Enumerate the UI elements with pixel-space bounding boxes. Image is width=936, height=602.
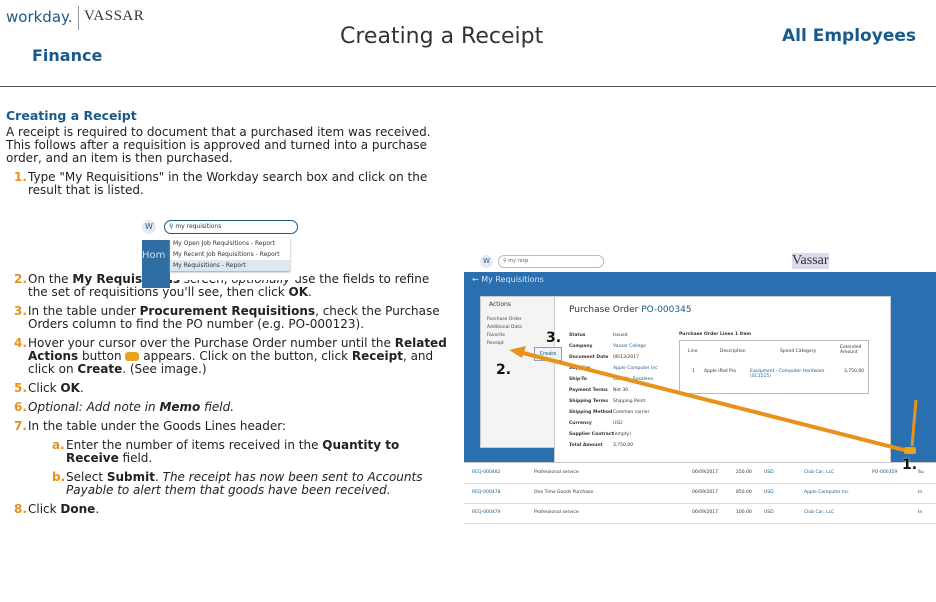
step-number: 7. — [14, 419, 27, 433]
step-number: 5. — [14, 381, 27, 395]
workday-home-icon: W — [142, 220, 156, 234]
search-result[interactable]: My Open Job Requisitions - Report — [170, 238, 290, 249]
step-bold: Receipt — [351, 349, 403, 363]
step-number: 4. — [14, 336, 27, 350]
step-text: On the — [28, 272, 73, 286]
search-result[interactable]: My Requisitions - Report — [170, 260, 290, 271]
step-text: appears. Click on the button, click — [139, 349, 352, 363]
search-input[interactable]: ⚲ my requisitions — [164, 220, 298, 234]
workday-logo: workday. — [6, 8, 73, 26]
step-text: . — [154, 470, 163, 484]
home-tile: Hom — [142, 240, 170, 288]
related-actions-icon — [125, 352, 140, 361]
page-header: workday. VASSAR Finance Creating a Recei… — [0, 0, 936, 86]
step-number: 8. — [14, 502, 27, 516]
step-bold: Done — [60, 502, 96, 516]
step-text: . — [308, 285, 312, 299]
intro-paragraph: A receipt is required to document that a… — [6, 125, 431, 165]
document-title: Creating a Receipt — [340, 24, 544, 49]
step-text: Click — [28, 502, 61, 516]
arrow-head — [509, 346, 526, 358]
step-4: 4. Hover your cursor over the Purchase O… — [6, 337, 451, 376]
vassar-logo: VASSAR — [84, 8, 145, 24]
substep-number: a. — [52, 438, 65, 452]
step-8: 8. Click Done. — [6, 503, 451, 516]
search-result[interactable]: My Recent Job Requisitions - Report — [170, 249, 290, 260]
annotation-label-3: 3. — [546, 330, 562, 346]
annotation-label-1: 1. — [902, 457, 918, 473]
substep-number: b. — [52, 470, 66, 484]
audience-label: All Employees — [782, 26, 916, 46]
step-1: 1. Type "My Requisitions" in the Workday… — [6, 171, 451, 197]
step-text: field. — [118, 451, 153, 465]
substep-a: a. Enter the number of items received in… — [6, 439, 451, 465]
step-text: Click — [28, 381, 61, 395]
step-6: 6. Optional: Add note in Memo field. — [6, 401, 451, 414]
step-italic: Optional: Add note in — [28, 400, 160, 414]
arrow-line — [910, 399, 918, 447]
step-bold: OK — [288, 285, 309, 299]
step-number: 3. — [14, 304, 27, 318]
step-text: Type "My Requisitions" in the Workday se… — [28, 170, 428, 197]
step-text: In the table under — [28, 304, 140, 318]
step-bold: Memo — [159, 400, 201, 414]
step-bold: OK — [60, 381, 80, 395]
workday-screenshot: W ⚲ my reqs Vassar ← My Requisitions Act… — [464, 250, 936, 527]
step-text: . — [79, 381, 84, 395]
step-bold: Procurement Requisitions — [139, 304, 316, 318]
search-example-image: W ⚲ my requisitions Hom My Open Job Requ… — [142, 218, 298, 288]
step-italic: field. — [200, 400, 235, 414]
step-text: . (See image.) — [122, 362, 207, 376]
step-number: 2. — [14, 272, 27, 286]
section-title: Creating a Receipt — [6, 108, 137, 123]
department-label: Finance — [32, 46, 103, 65]
step-text: . — [95, 502, 100, 516]
substep-b: b. Select Submit. The receipt has now be… — [6, 471, 451, 497]
step-text: Enter the number of items received in th… — [66, 438, 323, 452]
step-text: Select — [66, 470, 107, 484]
step-text: Hover your cursor over the Purchase Orde… — [28, 336, 395, 350]
step-number: 1. — [14, 170, 27, 184]
step-bold: Create — [77, 362, 123, 376]
arrow-line — [518, 350, 905, 452]
step-7: 7. In the table under the Goods Lines he… — [6, 420, 451, 433]
step-text: In the table under the Goods Lines heade… — [28, 419, 286, 433]
step-bold: Submit — [106, 470, 155, 484]
logo-divider — [78, 6, 79, 30]
header-divider — [0, 86, 936, 87]
annotation-arrows — [509, 346, 918, 452]
instructions: Creating a Receipt A receipt is required… — [6, 109, 451, 522]
step-text: button — [78, 349, 126, 363]
step-3: 3. In the table under Procurement Requis… — [6, 305, 451, 331]
step-number: 6. — [14, 400, 27, 414]
step-5: 5. Click OK. — [6, 382, 451, 395]
annotation-label-2: 2. — [496, 362, 512, 378]
search-results: My Open Job Requisitions - Report My Rec… — [170, 238, 290, 271]
